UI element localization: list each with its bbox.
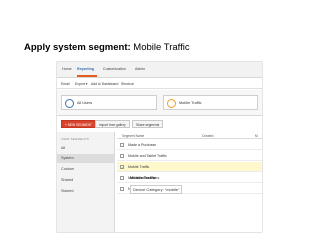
active-tab-indicator (77, 75, 97, 77)
sidebar-title: VIEW SEGMENTS (61, 137, 89, 141)
shortcut-button[interactable]: Shortcut (121, 82, 134, 86)
tab-customization[interactable]: Customization (103, 67, 126, 71)
add-to-dashboard-button[interactable]: Add to Dashboard (91, 82, 118, 86)
popup-title: Mobile Traffic (130, 175, 156, 180)
segment-label: Mobile Traffic (179, 101, 202, 105)
email-button[interactable]: Email (61, 82, 69, 86)
export-button[interactable]: Export ▾ (75, 82, 87, 86)
checkbox[interactable] (120, 153, 124, 158)
column-header[interactable]: Created (202, 134, 213, 138)
column-header[interactable]: M (255, 134, 258, 138)
segment-label: All Users (77, 101, 93, 105)
checkbox[interactable] (120, 142, 124, 147)
segment-name: Made a Purchase (128, 143, 157, 147)
tab-admin[interactable]: Admin (135, 67, 145, 71)
segment-detail-popup: Mobile Traffic Device Category: "mobile" (130, 175, 200, 197)
import-from-gallery-button[interactable]: Import from gallery (95, 120, 130, 128)
segment-actions: + NEW SEGMENT Import from gallery Share … (57, 117, 262, 131)
sidebar-item-shared[interactable]: Shared (57, 176, 115, 185)
tab-home[interactable]: Home (62, 67, 72, 71)
table-row[interactable]: ✓ Mobile Traffic (117, 162, 262, 172)
segment-circle-icon (167, 98, 176, 108)
slide-heading: Apply system segment: Mobile Traffic (24, 42, 190, 53)
top-nav: Home Reporting Customization Admin (57, 62, 262, 78)
sidebar-item-all[interactable]: All (57, 144, 115, 153)
popup-condition: Device Category: "mobile" (130, 185, 183, 194)
checkbox[interactable]: ✓ (120, 164, 124, 169)
checkbox[interactable] (120, 175, 124, 180)
analytics-screenshot: Home Reporting Customization Admin Email… (57, 62, 262, 232)
segment-bar: All Users Mobile Traffic (57, 90, 262, 116)
column-header[interactable]: Segment Name (122, 134, 144, 138)
sidebar-item-starred[interactable]: Starred (57, 187, 115, 196)
checkbox[interactable] (120, 186, 124, 191)
share-segments-button[interactable]: Share segments (132, 120, 164, 128)
segment-circle-icon (65, 98, 74, 108)
report-toolbar: Email Export ▾ Add to Dashboard Shortcut (57, 79, 262, 89)
table-row[interactable]: Made a Purchase (117, 140, 262, 150)
segment-mobile-traffic[interactable]: Mobile Traffic (163, 95, 258, 110)
segment-sidebar: VIEW SEGMENTS All System Custom Shared S… (57, 132, 115, 232)
table-header: Segment Name Created M (117, 132, 262, 139)
segment-name: Mobile Traffic (128, 165, 150, 169)
segment-name: Mobile and Tablet Traffic (128, 154, 167, 158)
tab-reporting[interactable]: Reporting (77, 67, 94, 71)
sidebar-item-custom[interactable]: Custom (57, 165, 115, 174)
heading-text: Mobile Traffic (133, 42, 190, 53)
segment-all-users[interactable]: All Users (61, 95, 157, 110)
heading-bold: Apply system segment: (24, 42, 131, 53)
new-segment-button[interactable]: + NEW SEGMENT (61, 120, 96, 128)
table-row[interactable]: Mobile and Tablet Traffic (117, 151, 262, 161)
sidebar-item-system[interactable]: System (57, 154, 115, 163)
